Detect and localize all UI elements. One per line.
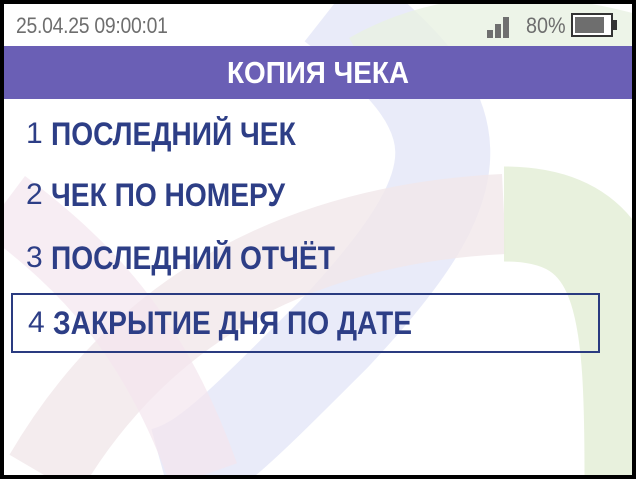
- menu-item-receipt-by-number[interactable]: 2 ЧЕК ПО НОМЕРУ: [11, 167, 600, 227]
- battery-percent: 80%: [526, 13, 566, 38]
- battery-fill: [575, 17, 604, 33]
- menu-item-number: 1: [26, 117, 43, 150]
- menu-item-day-close-by-date[interactable]: 4 ЗАКРЫТИЕ ДНЯ ПО ДАТЕ: [11, 293, 600, 353]
- device-screen: 25.04.25 09:00:01 80% КОПИЯ ЧЕКА 1 ПОСЛЕ…: [4, 4, 632, 475]
- battery-tip: [613, 20, 617, 30]
- menu-item-label: ПОСЛЕДНИЙ ЧЕК: [51, 116, 296, 152]
- menu-item-number: 3: [26, 241, 43, 274]
- menu-item-number: 4: [28, 306, 45, 339]
- title-bar: КОПИЯ ЧЕКА: [4, 46, 632, 99]
- menu-item-number: 2: [26, 178, 43, 211]
- datetime: 25.04.25 09:00:01: [16, 13, 168, 38]
- menu-item-label: ЗАКРЫТИЕ ДНЯ ПО ДАТЕ: [53, 305, 412, 341]
- menu-item-label: ПОСЛЕДНИЙ ОТЧЁТ: [51, 240, 335, 276]
- page-title: КОПИЯ ЧЕКА: [226, 55, 410, 90]
- menu-item-last-receipt[interactable]: 1 ПОСЛЕДНИЙ ЧЕК: [11, 106, 600, 166]
- menu-item-label: ЧЕК ПО НОМЕРУ: [51, 177, 285, 213]
- battery-icon: [571, 13, 613, 37]
- menu-item-last-report[interactable]: 3 ПОСЛЕДНИЙ ОТЧЁТ: [11, 230, 600, 290]
- status-bar: 25.04.25 09:00:01 80%: [4, 4, 632, 46]
- signal-strength-icon: [487, 16, 515, 38]
